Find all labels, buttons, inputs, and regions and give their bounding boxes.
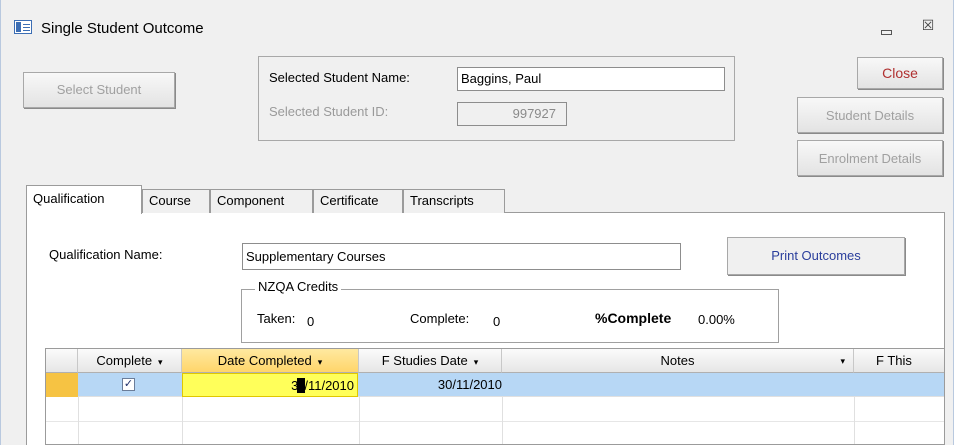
column-header-date-completed[interactable]: Date Completed ▾ xyxy=(182,349,359,373)
credits-complete-value: 0 xyxy=(493,314,501,329)
window-title: Single Student Outcome xyxy=(41,20,204,37)
form-icon xyxy=(14,20,32,34)
close-window-icon[interactable]: ☒ xyxy=(913,17,943,37)
column-header-f-this[interactable]: F This xyxy=(854,349,944,373)
qualification-name-label: Qualification Name: xyxy=(49,247,163,262)
grid-column-separator xyxy=(854,397,855,444)
credits-taken-label: Taken: xyxy=(257,311,296,326)
grid-column-separator xyxy=(182,397,183,444)
date-completed-text-after: /11/2010 xyxy=(304,378,354,393)
column-header-f-this-label: F This xyxy=(876,353,912,368)
outcomes-datasheet: Complete ▾ Date Completed ▾ F Studies Date… xyxy=(45,348,945,445)
tab-course[interactable]: Course xyxy=(142,189,210,213)
chevron-down-icon[interactable]: ▾ xyxy=(840,356,845,367)
tab-certificate[interactable]: Certificate xyxy=(313,189,403,213)
column-header-date-completed-label: Date Completed xyxy=(217,353,312,368)
chevron-down-icon[interactable]: ▾ xyxy=(158,357,163,367)
close-button[interactable]: Close xyxy=(857,57,943,89)
student-id-label: Selected Student ID: xyxy=(269,104,389,119)
title-bar: Single Student Outcome ☒ xyxy=(1,0,953,44)
tab-transcripts[interactable]: Transcripts xyxy=(403,189,505,213)
print-outcomes-button[interactable]: Print Outcomes xyxy=(727,237,905,275)
column-header-notes-label: Notes xyxy=(660,353,695,368)
credits-taken-value: 0 xyxy=(307,314,315,329)
complete-checkbox[interactable]: ✓ xyxy=(122,378,135,391)
student-details-button[interactable]: Student Details xyxy=(797,97,943,133)
select-student-button[interactable]: Select Student xyxy=(23,72,175,108)
minimize-icon[interactable] xyxy=(871,18,901,38)
tab-component[interactable]: Component xyxy=(210,189,313,213)
f-studies-date-cell[interactable]: 30/11/2010 xyxy=(359,377,502,397)
chevron-down-icon[interactable]: ▾ xyxy=(318,357,323,367)
enrolment-details-button[interactable]: Enrolment Details xyxy=(797,140,943,176)
column-header-f-studies-date[interactable]: F Studies Date ▾ xyxy=(359,349,502,373)
column-header-complete[interactable]: Complete ▾ xyxy=(78,349,182,373)
column-header-complete-label: Complete xyxy=(96,353,153,368)
student-id-field: 997927 xyxy=(457,102,567,126)
credits-pct-value: 0.00% xyxy=(698,312,735,327)
select-all-corner[interactable] xyxy=(46,349,78,373)
credits-pct-label: %Complete xyxy=(595,310,672,326)
grid-row-separator xyxy=(46,421,944,422)
tab-qualification[interactable]: Qualification xyxy=(26,185,142,214)
row-selector[interactable] xyxy=(46,373,78,397)
chevron-down-icon[interactable]: ▾ xyxy=(474,357,479,367)
qualification-name-field[interactable]: Supplementary Courses xyxy=(242,243,681,270)
grid-column-separator xyxy=(502,397,503,444)
grid-column-separator xyxy=(359,397,360,444)
column-header-f-studies-date-label: F Studies Date xyxy=(381,353,468,368)
grid-column-separator xyxy=(78,397,79,444)
student-name-field[interactable]: Baggins, Paul xyxy=(457,67,725,91)
nzqa-credits-title: NZQA Credits xyxy=(255,279,342,294)
student-name-label: Selected Student Name: xyxy=(269,70,410,85)
date-completed-cell[interactable]: 3/11/2010 xyxy=(182,373,358,397)
column-header-notes[interactable]: Notes ▾ xyxy=(502,349,854,373)
single-student-outcome-window: Single Student Outcome ☒ Select Student … xyxy=(0,0,954,445)
credits-complete-label: Complete: xyxy=(410,311,470,326)
